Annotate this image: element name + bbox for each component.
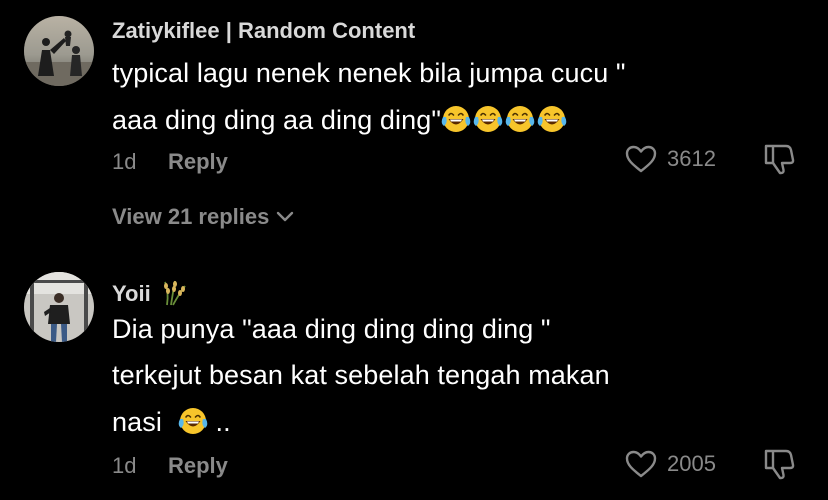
- thumbs-down-icon[interactable]: [760, 141, 796, 177]
- laughing-emoji-icon: [505, 104, 535, 134]
- heart-outline-icon: [625, 450, 657, 478]
- comment-text: typical lagu nenek nenek bila jumpa cucu…: [112, 58, 626, 88]
- comment-item: Yoii Dia punya "aaa ding ding ding ding …: [0, 250, 828, 500]
- comment-text-line: terkejut besan kat sebelah tengah makan: [112, 360, 610, 391]
- comment-item: Zatiykiflee | Random Content typical lag…: [0, 0, 828, 250]
- comment-text: Dia punya "aaa ding ding ding ding ": [112, 314, 551, 344]
- rice-sheaf-icon: [163, 280, 186, 306]
- laughing-emoji-icon: [178, 406, 208, 436]
- username-text: Yoii: [112, 281, 151, 306]
- view-replies-label: View 21 replies: [112, 204, 270, 229]
- view-replies-button[interactable]: View 21 replies: [112, 204, 295, 230]
- laughing-emoji-icon: [441, 104, 471, 134]
- comment-text: terkejut besan kat sebelah tengah makan: [112, 360, 610, 390]
- thumbs-down-icon[interactable]: [760, 446, 796, 482]
- laughing-emoji-icon: [473, 104, 503, 134]
- reply-button[interactable]: Reply: [168, 149, 228, 175]
- comment-username[interactable]: Zatiykiflee | Random Content: [112, 18, 415, 44]
- laughing-emoji-icon: [537, 104, 567, 134]
- avatar[interactable]: [24, 16, 94, 86]
- comment-text: nasi: [112, 407, 162, 437]
- comment-text-line: typical lagu nenek nenek bila jumpa cucu…: [112, 58, 626, 89]
- like-button[interactable]: 3612: [624, 142, 716, 176]
- comment-text-line: Dia punya "aaa ding ding ding ding ": [112, 314, 551, 345]
- like-count: 3612: [667, 146, 716, 171]
- comment-text-line: nasi ..: [112, 406, 231, 438]
- like-button[interactable]: 2005: [624, 447, 716, 481]
- reply-button[interactable]: Reply: [168, 453, 228, 479]
- heart-outline-icon: [625, 145, 657, 173]
- comment-text: ..: [215, 407, 231, 437]
- comment-text-line: aaa ding ding aa ding ding": [112, 104, 569, 136]
- avatar[interactable]: [24, 272, 94, 342]
- comment-username[interactable]: Yoii: [112, 278, 187, 307]
- like-count: 2005: [667, 451, 716, 476]
- chevron-down-icon: [277, 211, 294, 222]
- comment-timestamp: 1d: [112, 453, 137, 478]
- comment-text: aaa ding ding aa ding ding": [112, 105, 442, 135]
- comment-timestamp: 1d: [112, 149, 137, 174]
